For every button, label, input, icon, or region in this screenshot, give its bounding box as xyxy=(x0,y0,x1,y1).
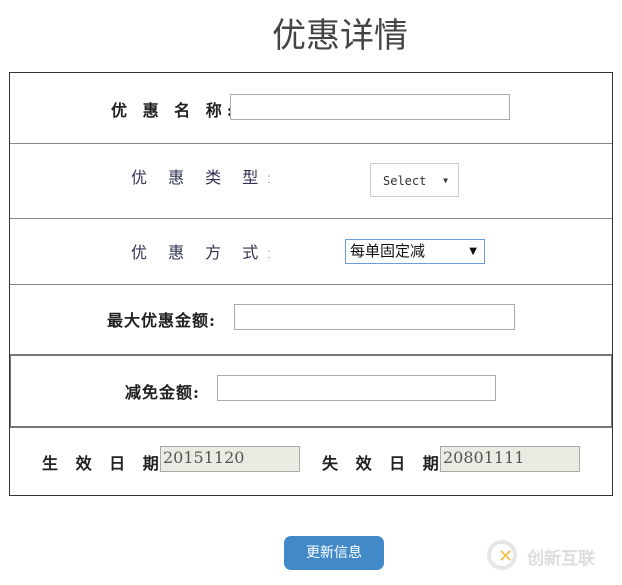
method-select-value: 每单固定减 xyxy=(350,242,426,260)
max-amount-input[interactable] xyxy=(234,304,515,330)
type-select-value: Select xyxy=(383,174,427,188)
caret-down-icon: ▼ xyxy=(469,246,477,257)
reduce-amount-label: 减免金额: xyxy=(125,383,200,402)
type-select[interactable]: Select ▼ xyxy=(370,163,459,197)
start-date-input[interactable]: 20151120 xyxy=(160,446,300,472)
name-label: 优 惠 名 称: xyxy=(111,101,238,120)
name-input[interactable] xyxy=(230,94,510,120)
end-date-input[interactable]: 20801111 xyxy=(440,446,580,472)
type-label: 优 惠 类 型: xyxy=(131,168,280,187)
caret-down-icon: ▼ xyxy=(443,176,448,185)
page-title: 优惠详情 xyxy=(272,16,408,56)
start-date-label: 生 效 日 期: xyxy=(42,454,177,473)
method-label: 优 惠 方 式: xyxy=(131,243,280,262)
update-info-button[interactable]: 更新信息 xyxy=(284,536,384,570)
max-amount-label: 最大优惠金额: xyxy=(107,311,216,330)
reduce-amount-input[interactable] xyxy=(217,375,496,401)
detail-form: 优 惠 名 称: 优 惠 类 型: Select ▼ 优 惠 方 式: 每单固定减… xyxy=(9,72,613,496)
end-date-label: 失 效 日 期: xyxy=(322,454,457,473)
logo-x-icon: ✕ xyxy=(498,546,514,567)
watermark-text: 创新互联 xyxy=(527,549,595,569)
watermark-logo: ✕ 创新互联 xyxy=(485,536,620,578)
method-select[interactable]: 每单固定减 ▼ xyxy=(345,239,485,264)
